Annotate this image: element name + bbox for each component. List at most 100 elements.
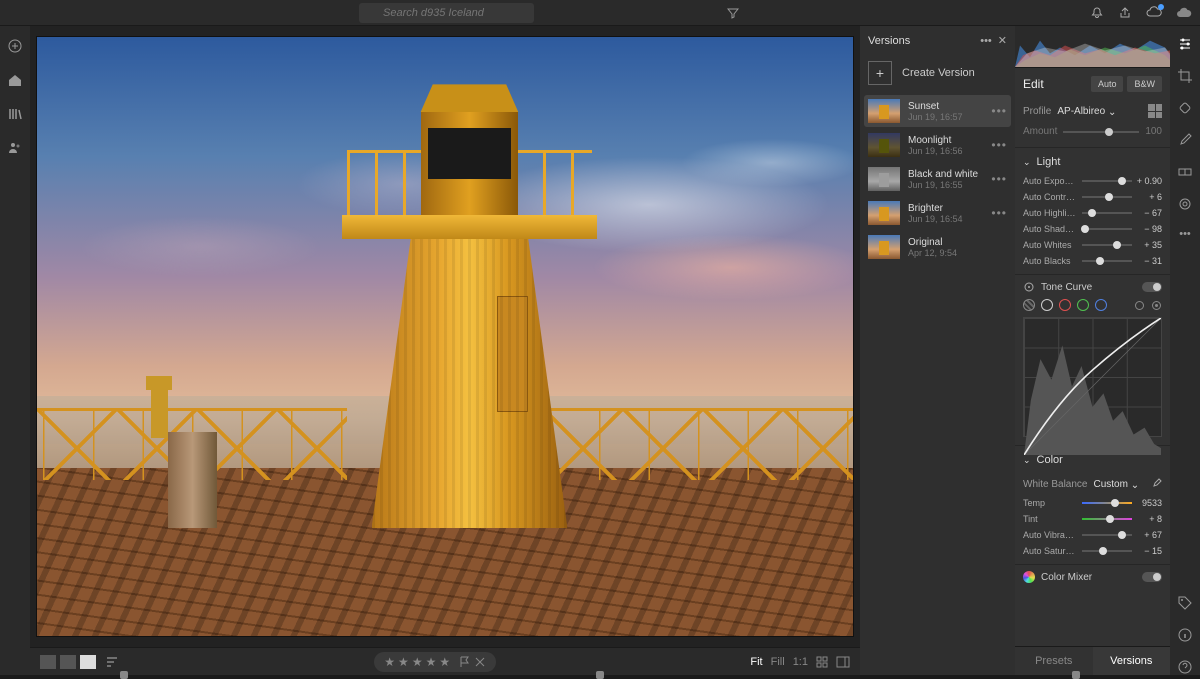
version-thumbnail <box>868 167 900 191</box>
eyedropper-icon[interactable] <box>1150 478 1162 490</box>
version-name: Brighter <box>908 203 983 214</box>
slider-label: Auto Vibra… <box>1023 530 1078 540</box>
more-icon[interactable]: ••• <box>980 35 992 47</box>
star-icon[interactable]: ★ <box>439 655 450 669</box>
color-mixer-toggle[interactable] <box>1142 572 1162 582</box>
light-section-header[interactable]: ⌄ Light <box>1015 148 1170 176</box>
cloud-icon[interactable] <box>1176 6 1192 20</box>
curve-region-handle[interactable] <box>1072 671 1080 675</box>
version-item[interactable]: OriginalApr 12, 9:54 <box>864 231 1011 263</box>
version-item[interactable]: Black and whiteJun 19, 16:55••• <box>864 163 1011 195</box>
versions-list: SunsetJun 19, 16:57•••MoonlightJun 19, 1… <box>860 95 1015 263</box>
star-icon[interactable]: ★ <box>384 655 395 669</box>
filmstrip-toggle-icon[interactable] <box>836 656 850 668</box>
search-container <box>359 3 719 23</box>
chevron-down-icon: ⌄ <box>1108 107 1116 118</box>
version-more-icon[interactable]: ••• <box>991 206 1007 220</box>
reset-curve-icon[interactable] <box>1151 300 1162 311</box>
library-icon[interactable] <box>7 106 23 122</box>
star-icon[interactable]: ★ <box>426 655 437 669</box>
cloud-sync-icon[interactable] <box>1146 6 1162 20</box>
home-icon[interactable] <box>7 72 23 88</box>
version-date: Jun 19, 16:55 <box>908 180 983 190</box>
star-icon[interactable]: ★ <box>398 655 409 669</box>
sort-icon[interactable] <box>106 656 120 668</box>
bell-icon[interactable] <box>1090 6 1104 20</box>
slider-track[interactable] <box>1082 212 1132 214</box>
flag-icon[interactable] <box>459 656 471 668</box>
bw-button[interactable]: B&W <box>1127 76 1162 92</box>
detail-view-button[interactable] <box>80 655 96 669</box>
wb-value[interactable]: Custom ⌄ <box>1093 479 1139 490</box>
target-adjust-icon[interactable] <box>1023 281 1035 293</box>
reject-icon[interactable] <box>474 656 486 668</box>
zoom-fit[interactable]: Fit <box>750 656 762 668</box>
profile-value[interactable]: AP-Albireo ⌄ <box>1057 106 1142 117</box>
version-item[interactable]: MoonlightJun 19, 16:56 ••• <box>864 129 1011 161</box>
photo-preview[interactable] <box>36 36 854 637</box>
profile-browser-icon[interactable] <box>1148 104 1162 118</box>
chevron-down-icon: ⌄ <box>1023 157 1031 168</box>
point-curve-icon[interactable] <box>1134 300 1145 311</box>
star-icon[interactable]: ★ <box>412 655 423 669</box>
color-wheel-icon <box>1023 571 1035 583</box>
light-section-title: Light <box>1037 156 1061 168</box>
version-item[interactable]: SunsetJun 19, 16:57••• <box>864 95 1011 127</box>
slider-value: + 6 <box>1136 192 1162 202</box>
version-date: Jun 19, 16:57 <box>908 112 983 122</box>
brush-icon[interactable] <box>1177 132 1193 148</box>
slider-track[interactable] <box>1082 260 1132 262</box>
add-icon[interactable] <box>7 38 23 54</box>
people-icon[interactable] <box>7 140 23 156</box>
slider-track[interactable] <box>1082 534 1132 536</box>
luma-channel[interactable] <box>1041 299 1053 311</box>
slider-label: Auto Whites <box>1023 240 1078 250</box>
version-item[interactable]: BrighterJun 19, 16:54••• <box>864 197 1011 229</box>
tone-curve-editor[interactable] <box>1023 317 1162 437</box>
version-thumbnail <box>868 201 900 225</box>
version-info: MoonlightJun 19, 16:56 <box>908 135 983 156</box>
slider-track[interactable] <box>1082 502 1132 504</box>
slider-track[interactable] <box>1082 196 1132 198</box>
zoom-grid-icon[interactable] <box>816 656 828 668</box>
slider-track[interactable] <box>1082 244 1132 246</box>
slider-track[interactable] <box>1082 228 1132 230</box>
filter-icon[interactable] <box>727 7 739 19</box>
slider-track[interactable] <box>1082 518 1132 520</box>
histogram[interactable] <box>1015 26 1170 68</box>
parametric-channel[interactable] <box>1023 299 1035 311</box>
slider-track[interactable] <box>1082 550 1132 552</box>
color-mixer-header[interactable]: Color Mixer <box>1015 564 1170 589</box>
create-version-button[interactable]: + Create Version <box>860 55 1015 95</box>
grid-view-button[interactable] <box>40 655 56 669</box>
auto-button[interactable]: Auto <box>1091 76 1124 92</box>
search-input[interactable] <box>359 3 534 23</box>
version-more-icon[interactable]: ••• <box>991 104 1007 118</box>
edit-sliders-icon[interactable] <box>1177 36 1193 52</box>
close-icon[interactable]: ✕ <box>998 34 1007 47</box>
share-icon[interactable] <box>1118 6 1132 20</box>
zoom-fill[interactable]: Fill <box>771 656 785 668</box>
blue-channel[interactable] <box>1095 299 1107 311</box>
version-more-icon[interactable]: ••• <box>991 172 1007 186</box>
slider-track[interactable] <box>1082 180 1132 182</box>
slider-row: Auto Vibra…+ 67 <box>1023 530 1162 540</box>
version-more-icon[interactable]: ••• <box>991 138 1007 152</box>
slider-label: Temp <box>1023 498 1078 508</box>
amount-slider[interactable] <box>1063 131 1139 133</box>
slider-row: Auto Expos…+ 0.90 <box>1023 176 1162 186</box>
chevron-down-icon: ⌄ <box>1131 480 1139 491</box>
crop-icon[interactable] <box>1177 68 1193 84</box>
green-channel[interactable] <box>1077 299 1089 311</box>
heal-icon[interactable] <box>1177 100 1193 116</box>
zoom-1to1[interactable]: 1:1 <box>793 656 808 668</box>
tone-curve-toggle[interactable] <box>1142 282 1162 292</box>
tag-icon[interactable] <box>1177 595 1193 611</box>
more-tools-icon[interactable]: ••• <box>1179 228 1191 240</box>
compare-view-button[interactable] <box>60 655 76 669</box>
radial-gradient-icon[interactable] <box>1177 196 1193 212</box>
rating-control[interactable]: ★★★★★ <box>374 652 496 672</box>
info-icon[interactable] <box>1177 627 1193 643</box>
red-channel[interactable] <box>1059 299 1071 311</box>
linear-gradient-icon[interactable] <box>1177 164 1193 180</box>
